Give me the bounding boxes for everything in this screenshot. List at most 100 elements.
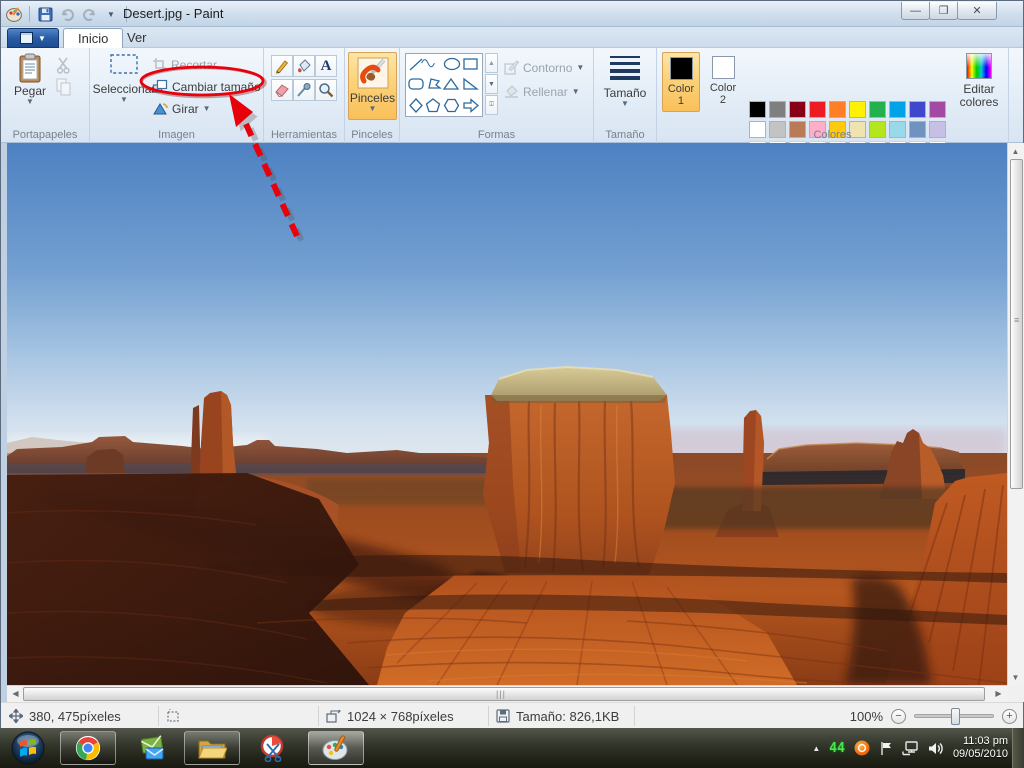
color-picker-tool[interactable] <box>293 79 315 101</box>
horizontal-scroll-thumb[interactable]: ||| <box>23 687 985 701</box>
paste-dropdown-icon: ▼ <box>26 98 34 106</box>
scroll-right-arrow[interactable]: ▶ <box>991 686 1006 701</box>
mail-icon <box>137 734 167 762</box>
shapes-scroll-up[interactable]: ▲ <box>485 53 498 73</box>
restore-button[interactable]: ❐ <box>929 2 958 20</box>
zoom-slider-thumb[interactable] <box>951 708 960 725</box>
redo-icon[interactable] <box>80 5 98 23</box>
copy-icon[interactable] <box>56 78 72 101</box>
tray-volume-icon[interactable] <box>928 741 944 756</box>
selection-size-status <box>166 703 180 729</box>
brushes-button[interactable]: Pinceles ▼ <box>348 52 397 120</box>
size-button[interactable]: Tamaño ▼ <box>602 54 648 108</box>
eraser-tool[interactable] <box>271 79 293 101</box>
magnifier-tool[interactable] <box>315 79 337 101</box>
color2-button[interactable]: Color2 <box>704 52 742 112</box>
scroll-up-arrow[interactable]: ▲ <box>1008 144 1023 159</box>
tray-network-icon[interactable] <box>902 741 919 756</box>
canvas[interactable] <box>7 143 1007 685</box>
title-bar: ▼ Desert.jpg - Paint — ❐ ✕ <box>1 1 1023 27</box>
resize-button[interactable]: Cambiar tamaño <box>152 79 261 94</box>
tray-expand-icon[interactable]: ▲ <box>812 744 820 753</box>
palette-color-swatch[interactable] <box>749 101 766 118</box>
group-herramientas: A Herramientas <box>264 48 345 143</box>
crop-button[interactable]: Recortar <box>152 57 217 72</box>
undo-icon[interactable] <box>58 5 76 23</box>
tray-action-center-flag-icon[interactable] <box>879 741 893 756</box>
status-bar: 380, 475píxeles 1024 × 768píxeles Tamaño… <box>1 702 1023 728</box>
zoom-slider[interactable] <box>914 714 994 718</box>
ribbon-tab-row: ▼ Inicio Ver <box>1 27 1023 48</box>
palette-color-swatch[interactable] <box>769 101 786 118</box>
app-menu-arrow-icon: ▼ <box>38 34 46 43</box>
text-tool-icon: A <box>321 58 332 75</box>
group-portapapeles: Pegar ▼ Portapapeles <box>1 48 90 143</box>
horizontal-scrollbar[interactable]: ◀ ||| ▶ <box>7 685 1007 702</box>
zoom-in-button[interactable]: + <box>1002 709 1017 724</box>
vertical-scroll-thumb[interactable]: ≡ <box>1010 159 1023 489</box>
snipping-tool-icon <box>259 734 289 762</box>
magnifier-icon <box>318 82 334 98</box>
close-button[interactable]: ✕ <box>957 2 997 20</box>
pencil-tool[interactable] <box>271 55 293 77</box>
zoom-out-button[interactable]: − <box>891 709 906 724</box>
eraser-icon <box>274 83 290 97</box>
cursor-position-icon <box>9 709 23 723</box>
palette-color-swatch[interactable] <box>789 101 806 118</box>
fill-tool[interactable] <box>293 55 315 77</box>
paste-button[interactable]: Pegar ▼ <box>9 53 51 106</box>
tray-temperature-monitor[interactable]: 44 <box>829 741 845 756</box>
palette-color-swatch[interactable] <box>849 101 866 118</box>
shapes-more-button[interactable]: ⍗ <box>485 95 498 115</box>
outline-button[interactable]: Contorno ▼ <box>504 60 584 75</box>
group-colores: Color1 Color2 Editar colores Colores <box>657 48 1009 143</box>
vertical-scrollbar[interactable]: ▲ ≡ ▼ <box>1007 143 1024 702</box>
palette-color-swatch[interactable] <box>889 101 906 118</box>
tray-date: 09/05/2010 <box>953 748 1008 761</box>
taskbar-mail-button[interactable] <box>124 731 180 765</box>
customize-qat-dropdown-icon[interactable]: ▼ <box>102 5 120 23</box>
palette-color-swatch[interactable] <box>929 101 946 118</box>
file-size-status: Tamaño: 826,1KB <box>496 703 619 729</box>
palette-color-swatch[interactable] <box>869 101 886 118</box>
rotate-icon <box>152 101 168 116</box>
rotate-button[interactable]: Girar ▼ <box>152 101 211 116</box>
scroll-down-arrow[interactable]: ▼ <box>1008 670 1023 685</box>
cut-icon[interactable] <box>55 56 73 79</box>
selection-size-icon <box>166 709 180 723</box>
taskbar-snipping-tool-button[interactable] <box>246 731 302 765</box>
ribbon: Pegar ▼ Portapapeles Seleccionar ▼ <box>1 48 1023 143</box>
resize-icon <box>152 79 168 94</box>
start-button[interactable] <box>4 731 52 765</box>
text-tool[interactable]: A <box>315 55 337 77</box>
zoom-level: 100% <box>850 709 883 724</box>
palette-color-swatch[interactable] <box>829 101 846 118</box>
select-button[interactable]: Seleccionar ▼ <box>96 53 152 104</box>
shapes-grid[interactable] <box>405 53 483 117</box>
edit-colors-rainbow-icon <box>966 53 992 79</box>
minimize-button[interactable]: — <box>901 2 930 20</box>
taskbar-chrome-button[interactable] <box>60 731 116 765</box>
fill-shape-button[interactable]: Rellenar ▼ <box>504 84 580 99</box>
file-size-icon <box>496 709 510 723</box>
color1-button[interactable]: Color1 <box>662 52 700 112</box>
size-lines-icon <box>608 54 642 80</box>
save-icon[interactable] <box>36 5 54 23</box>
application-menu-button[interactable]: ▼ <box>7 28 59 48</box>
show-desktop-button[interactable] <box>1012 728 1024 768</box>
window-title: Desert.jpg - Paint <box>123 6 223 21</box>
paste-icon <box>17 53 43 85</box>
taskbar-paint-button[interactable] <box>308 731 364 765</box>
palette-color-swatch[interactable] <box>809 101 826 118</box>
edit-colors-button[interactable]: Editar colores <box>953 53 1005 109</box>
tray-avast-icon[interactable] <box>854 740 870 756</box>
tray-clock[interactable]: 11:03 pm 09/05/2010 <box>953 735 1008 761</box>
outline-icon <box>504 60 519 75</box>
scroll-left-arrow[interactable]: ◀ <box>8 686 23 701</box>
palette-color-swatch[interactable] <box>909 101 926 118</box>
taskbar-explorer-button[interactable] <box>184 731 240 765</box>
group-imagen: Seleccionar ▼ Recortar Cambiar tamaño Gi… <box>90 48 264 143</box>
tab-ver[interactable]: Ver <box>113 27 161 48</box>
shapes-scroll-down[interactable]: ▼ <box>485 74 498 94</box>
rotate-dropdown-icon: ▼ <box>203 105 211 113</box>
